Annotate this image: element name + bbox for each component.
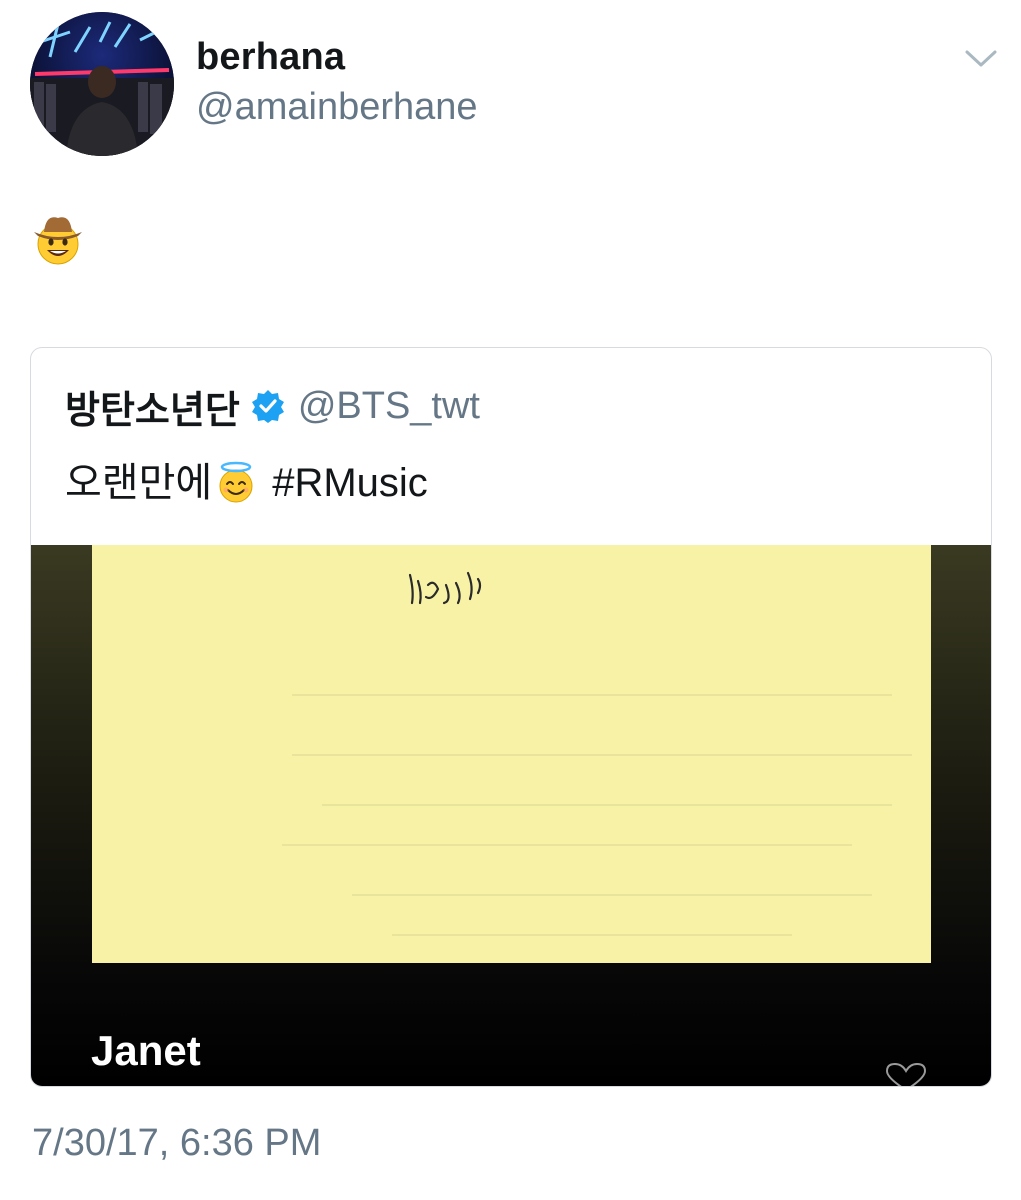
avatar[interactable] (30, 12, 174, 156)
smiling-face-with-halo-icon (219, 461, 253, 503)
cowboy-hat-face-emoji-icon (34, 217, 82, 265)
verified-badge-icon (251, 390, 284, 423)
quoted-tweet-card[interactable]: 방탄소년단 @BTS_twt 오랜만에 #RMusic Janet (30, 347, 992, 1087)
heart-icon[interactable] (881, 1062, 931, 1087)
hashtag-link[interactable]: #RMusic (272, 461, 428, 505)
timestamp[interactable]: 7/30/17, 6:36 PM (32, 1122, 321, 1165)
quoted-text-korean: 오랜만에 (65, 461, 213, 505)
chevron-down-icon[interactable] (964, 46, 998, 70)
quoted-tweet-header: 방탄소년단 @BTS_twt (65, 384, 480, 432)
quoted-handle[interactable]: @BTS_twt (298, 385, 480, 428)
quoted-tweet-text: 오랜만에 #RMusic (65, 460, 428, 506)
avatar-image (30, 12, 174, 156)
quoted-display-name[interactable]: 방탄소년단 (65, 379, 240, 434)
author-handle[interactable]: @amainberhane (196, 86, 478, 129)
tweet: berhana @amainberhane 방탄소년단 @BTS_twt 오랜만… (0, 0, 1021, 1200)
media-preview[interactable]: Janet (31, 545, 991, 1086)
media-title: Janet (91, 1027, 201, 1074)
album-art-image (92, 545, 931, 963)
handwriting-scribble (282, 571, 912, 936)
author-display-name[interactable]: berhana (196, 36, 345, 79)
tweet-text (32, 210, 84, 275)
